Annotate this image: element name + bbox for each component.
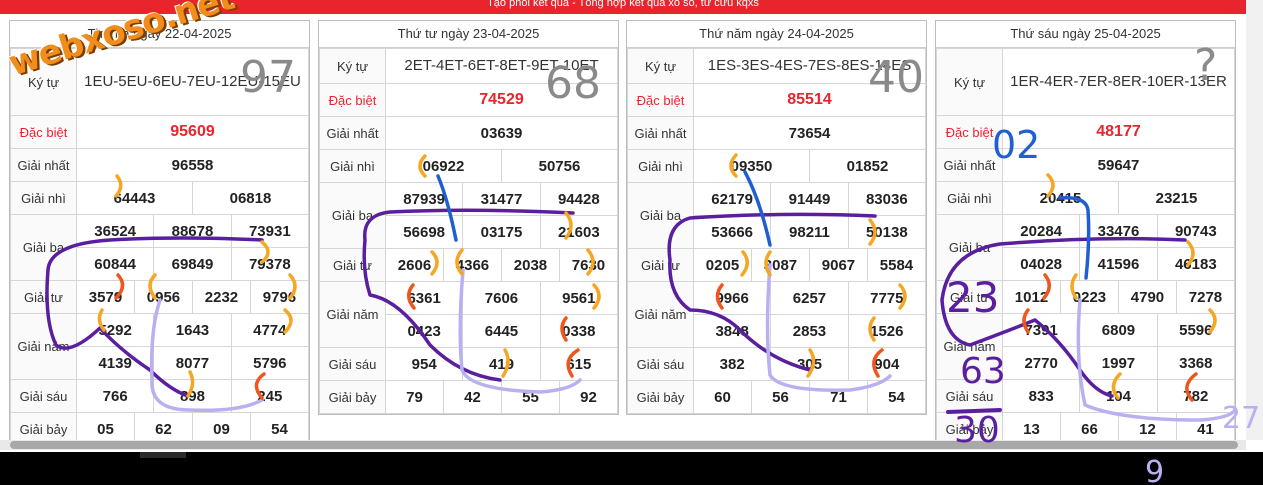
- annotation-orange-mark: [418, 154, 427, 178]
- annotation-orange-mark: [1046, 173, 1055, 198]
- annotation-red-mark: [715, 283, 724, 310]
- annotation-orange-mark: [430, 250, 439, 276]
- annotation-orange-mark: [501, 348, 510, 378]
- annotation-orange-mark: [1186, 240, 1195, 267]
- annotation-40: 40: [868, 52, 924, 103]
- annotation-23: 23: [946, 273, 999, 322]
- annotation-orange-mark: [283, 308, 293, 334]
- annotation-orange-mark: [586, 248, 595, 276]
- annotation-97: 97: [240, 52, 296, 103]
- annotation-orange-mark: [260, 240, 270, 264]
- annotation-red-mark: [114, 273, 125, 300]
- annotation-orange-mark: [868, 218, 877, 246]
- annotation-orange-mark: [97, 308, 106, 332]
- annotation-27: 27: [1222, 401, 1260, 436]
- annotation-63: 63: [960, 351, 1006, 392]
- annotation-red-mark: [1022, 308, 1030, 334]
- annotation-orange-mark: [1208, 308, 1217, 334]
- annotation-orange-mark: [148, 273, 157, 300]
- annotation-orange-mark: [1070, 273, 1078, 300]
- annotation-red-mark: [254, 372, 266, 400]
- annotation-red-mark: [407, 283, 416, 310]
- annotation-red-mark: [1185, 372, 1198, 402]
- annotation-red-mark: [560, 316, 568, 342]
- annotation-orange-mark: [455, 248, 464, 276]
- annotation-orange-mark: [592, 283, 601, 310]
- annotation-lavender-loop: [1076, 298, 1237, 422]
- annotation-orange-mark: [806, 348, 816, 378]
- annotation-orange-mark: [288, 273, 297, 300]
- annotation-orange-mark: [729, 153, 738, 178]
- annotation-question: ?: [1194, 40, 1217, 91]
- annotation-red-mark: [1042, 273, 1051, 300]
- annotation-blue-line: [743, 170, 772, 247]
- annotation-red-mark: [566, 348, 580, 378]
- annotation-orange-mark: [186, 370, 195, 398]
- annotation-orange-mark: [114, 174, 123, 198]
- annotation-lavender-loop: [149, 298, 264, 413]
- annotation-orange-mark: [898, 283, 907, 310]
- annotation-02: 02: [992, 123, 1040, 167]
- annotation-9: 9: [1145, 455, 1164, 485]
- annotation-orange-mark: [1111, 372, 1122, 400]
- annotation-purple-loop: [362, 208, 575, 382]
- annotation-orange-mark: [740, 250, 749, 277]
- annotation-red-mark: [872, 348, 884, 378]
- annotation-purple-loop: [667, 212, 877, 372]
- annotation-68: 68: [545, 58, 601, 109]
- annotation-overlay: 97 68 40 ? 02 27 9 23 63 30: [45, 40, 1260, 485]
- annotation-orange-mark: [868, 316, 876, 342]
- annotation-orange-mark: [564, 211, 573, 240]
- annotation-blue-line: [436, 174, 458, 242]
- annotation-underline: [946, 408, 1002, 414]
- annotation-30: 30: [954, 410, 1000, 451]
